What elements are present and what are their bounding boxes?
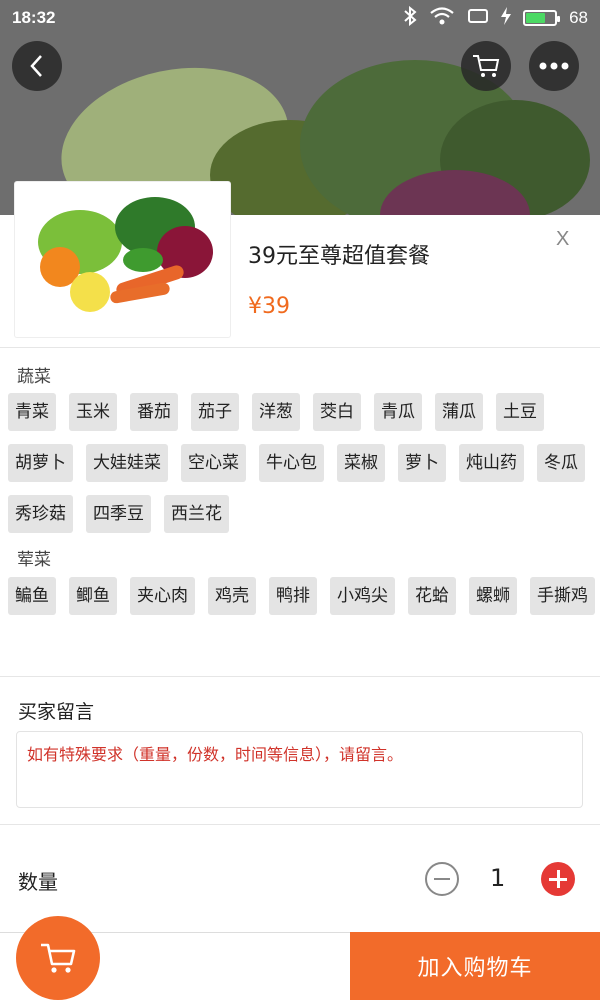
option-tag[interactable]: 鸭排 bbox=[269, 577, 317, 615]
divider bbox=[0, 824, 600, 825]
add-to-cart-button[interactable]: 加入购物车 bbox=[350, 932, 600, 1000]
status-bar: 18:32 68 bbox=[0, 0, 600, 36]
option-tag[interactable]: 炖山药 bbox=[459, 444, 524, 482]
cart-button[interactable] bbox=[16, 916, 100, 1000]
option-tag[interactable]: 青瓜 bbox=[374, 393, 422, 431]
cart-icon bbox=[41, 943, 76, 973]
option-tag[interactable]: 牛心包 bbox=[259, 444, 324, 482]
screen-rotate-icon bbox=[467, 7, 489, 30]
back-button[interactable] bbox=[12, 41, 62, 91]
option-tag[interactable]: 胡萝卜 bbox=[8, 444, 73, 482]
option-tag[interactable]: 手撕鸡 bbox=[530, 577, 595, 615]
option-tag[interactable]: 青菜 bbox=[8, 393, 56, 431]
option-tag[interactable]: 四季豆 bbox=[86, 495, 151, 533]
message-title: 买家留言 bbox=[18, 701, 95, 723]
battery-level: 68 bbox=[569, 8, 588, 27]
close-button[interactable]: X bbox=[556, 228, 569, 251]
option-tag[interactable]: 螺蛳 bbox=[469, 577, 517, 615]
option-tag[interactable]: 土豆 bbox=[496, 393, 544, 431]
chevron-left-icon bbox=[30, 55, 42, 77]
option-tag[interactable]: 鲫鱼 bbox=[69, 577, 117, 615]
option-tag[interactable]: 西兰花 bbox=[164, 495, 229, 533]
option-tag[interactable]: 茭白 bbox=[313, 393, 361, 431]
option-tag[interactable]: 秀珍菇 bbox=[8, 495, 73, 533]
quantity-label: 数量 bbox=[18, 870, 58, 894]
quantity-decrease-button[interactable] bbox=[425, 862, 459, 896]
message-input[interactable]: 如有特殊要求（重量，份数，时间等信息），请留言。 bbox=[16, 731, 583, 808]
group-label-meat: 荤菜 bbox=[17, 550, 51, 570]
quantity-value: 1 bbox=[490, 864, 506, 892]
wifi-icon bbox=[429, 6, 455, 31]
option-tag[interactable]: 萝卜 bbox=[398, 444, 446, 482]
option-tag[interactable]: 洋葱 bbox=[252, 393, 300, 431]
quantity-increase-button[interactable] bbox=[541, 862, 575, 896]
option-tag[interactable]: 番茄 bbox=[130, 393, 178, 431]
minus-icon bbox=[434, 878, 450, 880]
charging-icon bbox=[501, 6, 512, 30]
option-tag[interactable]: 茄子 bbox=[191, 393, 239, 431]
tag-group-vegetables: 青菜 玉米 番茄 茄子 洋葱 茭白 青瓜 蒲瓜 土豆 胡萝卜 大娃娃菜 空心菜 … bbox=[8, 393, 598, 533]
option-tag[interactable]: 冬瓜 bbox=[537, 444, 585, 482]
battery-fill bbox=[526, 13, 546, 23]
option-tag[interactable]: 鳊鱼 bbox=[8, 577, 56, 615]
more-button[interactable] bbox=[529, 41, 579, 91]
option-tag[interactable]: 花蛤 bbox=[408, 577, 456, 615]
option-tag[interactable]: 夹心肉 bbox=[130, 577, 195, 615]
product-price: ¥39 bbox=[248, 294, 290, 319]
option-tag[interactable]: 蒲瓜 bbox=[435, 393, 483, 431]
cart-icon bbox=[473, 55, 500, 77]
header-cart-button[interactable] bbox=[461, 41, 511, 91]
tag-group-meat: 鳊鱼 鲫鱼 夹心肉 鸡壳 鸭排 小鸡尖 花蛤 螺蛳 手撕鸡 bbox=[8, 577, 598, 615]
option-tag[interactable]: 空心菜 bbox=[181, 444, 246, 482]
battery-icon bbox=[523, 10, 561, 26]
divider bbox=[0, 347, 600, 348]
more-dots-icon bbox=[539, 62, 569, 70]
product-thumbnail bbox=[15, 182, 230, 337]
product-title: 39元至尊超值套餐 bbox=[248, 244, 430, 269]
divider bbox=[0, 676, 600, 677]
option-tag[interactable]: 小鸡尖 bbox=[330, 577, 395, 615]
group-label-vegetables: 蔬菜 bbox=[17, 367, 51, 387]
option-tag[interactable]: 大娃娃菜 bbox=[86, 444, 168, 482]
option-tag[interactable]: 菜椒 bbox=[337, 444, 385, 482]
bluetooth-icon bbox=[403, 5, 417, 31]
option-tag[interactable]: 鸡壳 bbox=[208, 577, 256, 615]
status-time: 18:32 bbox=[12, 8, 56, 27]
option-tag[interactable]: 玉米 bbox=[69, 393, 117, 431]
